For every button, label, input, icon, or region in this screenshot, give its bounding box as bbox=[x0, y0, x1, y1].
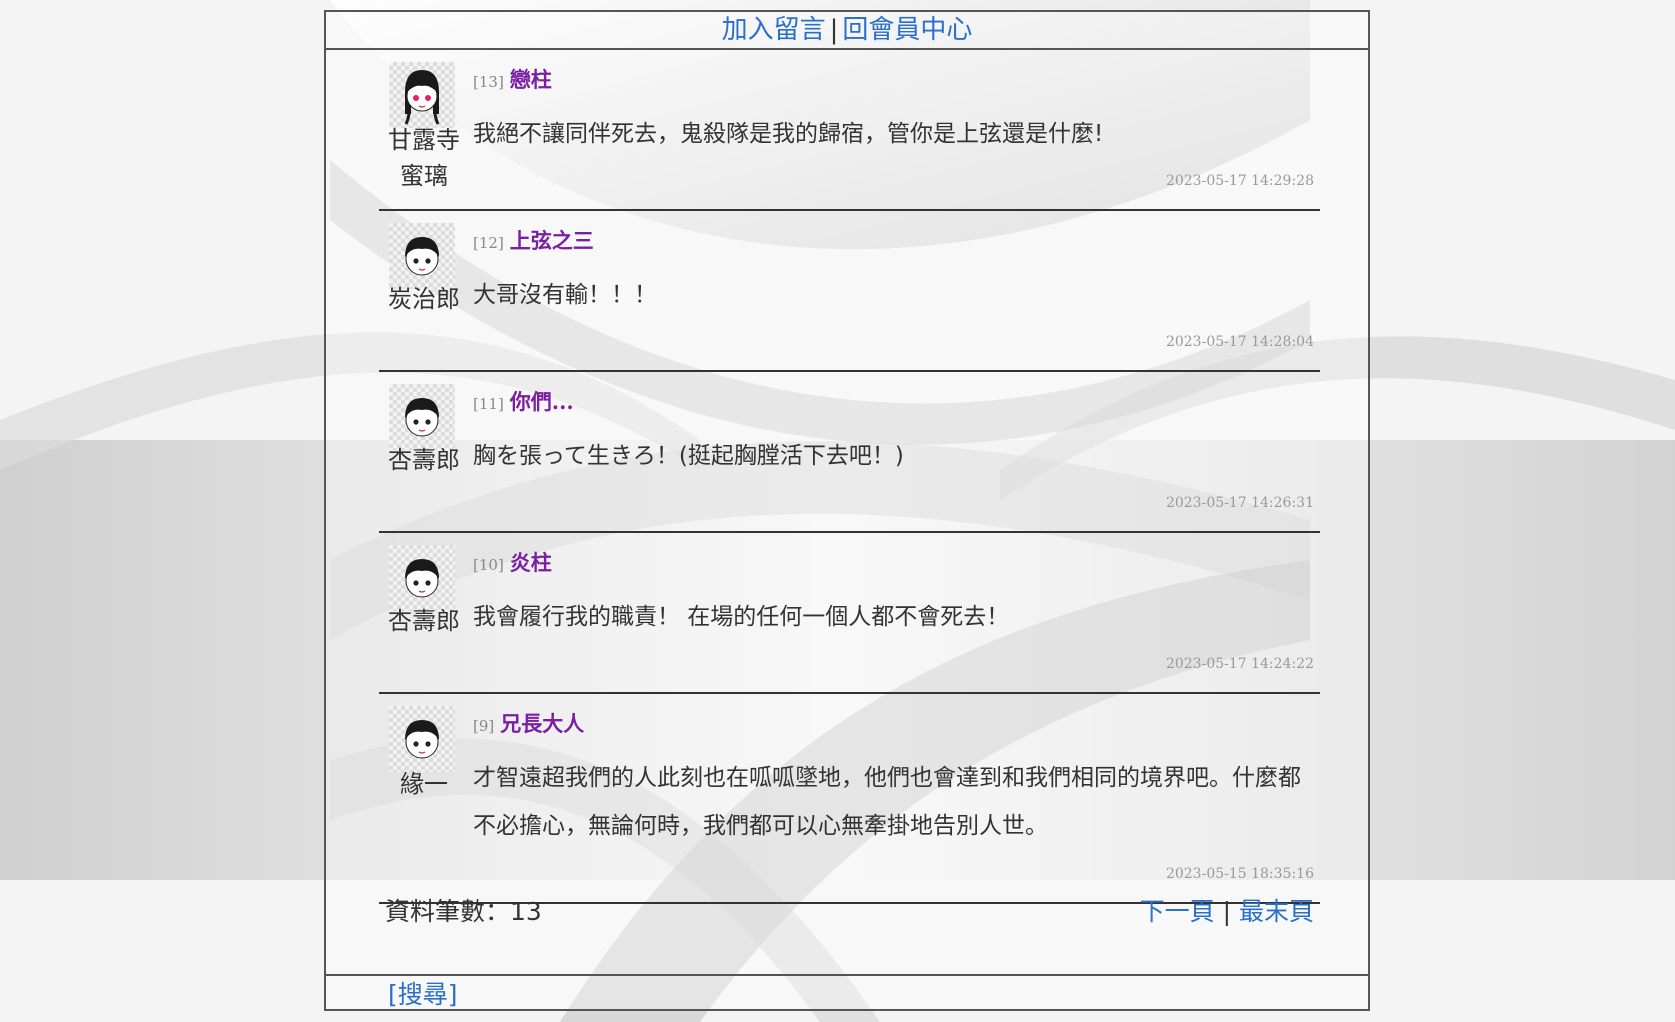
nav-separator: | bbox=[829, 15, 839, 45]
guestbook-panel: 加入留言 | 回會員中心 甘露寺 蜜璃 [13] 戀柱 我絕不讓同伴死去，鬼殺隊是我的… bbox=[324, 10, 1370, 1011]
boy-avatar-icon bbox=[389, 545, 455, 611]
message-body: 才智遠超我們的人此刻也在呱呱墜地，他們也會達到和我們相同的境界吧。什麼都不必擔心… bbox=[473, 765, 1301, 839]
message-title: 炎柱 bbox=[509, 550, 552, 575]
girl-avatar-icon bbox=[389, 62, 455, 128]
message-number: [10] bbox=[473, 556, 504, 574]
add-message-link[interactable]: 加入留言 bbox=[722, 15, 826, 45]
message-title: 上弦之三 bbox=[509, 228, 594, 253]
boy-avatar-icon bbox=[389, 223, 455, 289]
last-page-link[interactable]: 最末頁 bbox=[1239, 897, 1314, 926]
message-number: [11] bbox=[473, 395, 504, 413]
message-list: 甘露寺 蜜璃 [13] 戀柱 我絕不讓同伴死去，鬼殺隊是我的歸宿，管你是上弦還是什… bbox=[379, 50, 1320, 904]
author-name: 杏壽郎 bbox=[388, 607, 460, 635]
author-name-line2: 蜜璃 bbox=[400, 162, 448, 190]
message-entry: 炭治郎 [12] 上弦之三 大哥沒有輸！！！ 2023-05-17 14:28:0… bbox=[379, 211, 1320, 372]
message-title: 你們... bbox=[509, 389, 574, 414]
message-header: [10] 炎柱 bbox=[473, 547, 552, 577]
message-entry: 杏壽郎 [11] 你們... 胸を張って生きろ！(挺起胸膛活下去吧！) 2023-… bbox=[379, 372, 1320, 533]
next-page-link[interactable]: 下一頁 bbox=[1140, 897, 1215, 926]
record-count: 資料筆數：13 bbox=[385, 897, 542, 926]
message-header: [12] 上弦之三 bbox=[473, 225, 594, 255]
author-name: 甘露寺 bbox=[388, 126, 460, 154]
message-timestamp: 2023-05-17 14:26:31 bbox=[1165, 495, 1314, 511]
message-title: 戀柱 bbox=[509, 67, 552, 92]
message-body: 大哥沒有輸！！！ bbox=[473, 282, 657, 308]
author-name: 炭治郎 bbox=[388, 285, 460, 313]
message-number: [13] bbox=[473, 73, 504, 91]
author-name: 杏壽郎 bbox=[388, 446, 460, 474]
search-bar: [搜尋] bbox=[326, 974, 1368, 1011]
top-navigation: 加入留言 | 回會員中心 bbox=[326, 12, 1368, 50]
list-footer: 資料筆數：13 下一頁 | 最末頁 bbox=[379, 874, 1320, 948]
message-title: 兄長大人 bbox=[500, 711, 585, 736]
message-entry: 緣一 [9] 兄長大人 才智遠超我們的人此刻也在呱呱墜地，他們也會達到和我們相同的… bbox=[379, 694, 1320, 904]
message-number: [9] bbox=[473, 717, 495, 735]
message-number: [12] bbox=[473, 234, 504, 252]
message-body: 胸を張って生きろ！(挺起胸膛活下去吧！) bbox=[473, 443, 904, 469]
message-header: [13] 戀柱 bbox=[473, 64, 552, 94]
message-timestamp: 2023-05-17 14:24:22 bbox=[1165, 656, 1314, 672]
message-body: 我絕不讓同伴死去，鬼殺隊是我的歸宿，管你是上弦還是什麼! bbox=[473, 121, 1104, 147]
message-header: [9] 兄長大人 bbox=[473, 708, 584, 738]
pagination: 下一頁 | 最末頁 bbox=[1140, 892, 1314, 928]
boy-avatar-icon bbox=[389, 384, 455, 450]
pager-separator: | bbox=[1222, 897, 1232, 926]
message-body: 我會履行我的職責！ 在場的任何一個人都不會死去！ bbox=[473, 604, 1010, 630]
author-name: 緣一 bbox=[400, 770, 448, 798]
search-link[interactable]: [搜尋] bbox=[388, 976, 458, 1013]
boy-avatar-icon bbox=[389, 706, 455, 772]
message-timestamp: 2023-05-17 14:28:04 bbox=[1165, 334, 1314, 350]
message-entry: 杏壽郎 [10] 炎柱 我會履行我的職責！ 在場的任何一個人都不會死去！ 2023… bbox=[379, 533, 1320, 694]
message-header: [11] 你們... bbox=[473, 386, 574, 416]
message-entry: 甘露寺 蜜璃 [13] 戀柱 我絕不讓同伴死去，鬼殺隊是我的歸宿，管你是上弦還是什… bbox=[379, 50, 1320, 211]
message-timestamp: 2023-05-17 14:29:28 bbox=[1165, 173, 1314, 189]
member-center-link[interactable]: 回會員中心 bbox=[842, 15, 972, 45]
